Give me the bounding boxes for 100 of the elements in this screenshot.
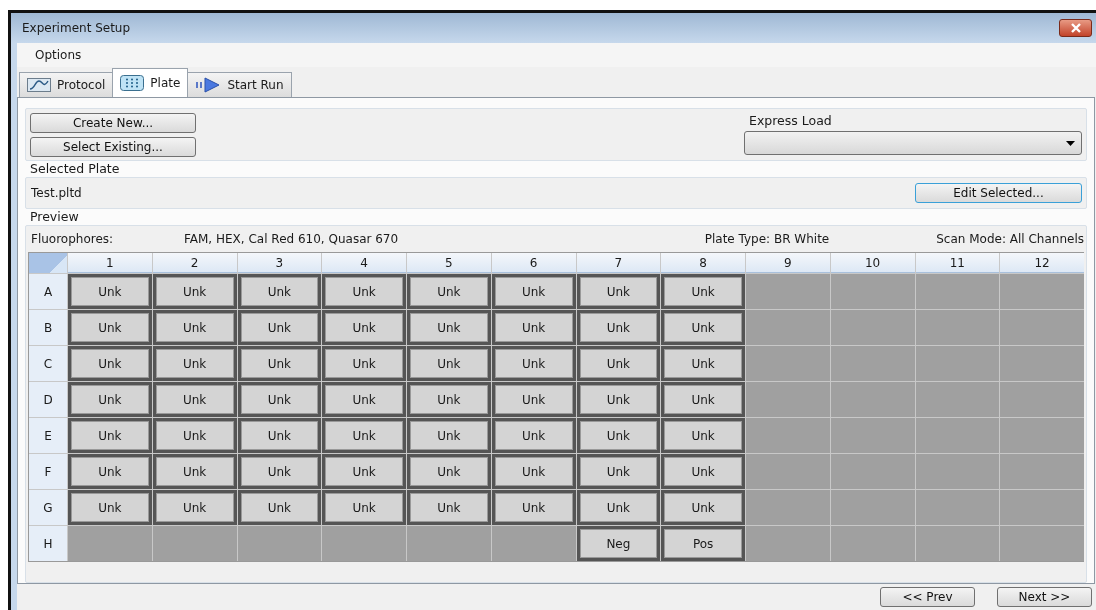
sample-well[interactable]: Unk: [576, 382, 661, 417]
create-new-button[interactable]: Create New...: [30, 113, 196, 133]
column-header: 1: [68, 253, 152, 273]
sample-well[interactable]: Unk: [237, 418, 322, 453]
fluorophores-list: FAM, HEX, Cal Red 610, Quasar 670: [184, 232, 399, 246]
sample-well[interactable]: Unk: [322, 454, 406, 489]
sample-well[interactable]: Unk: [661, 274, 745, 309]
sample-well[interactable]: Unk: [661, 454, 745, 489]
tab[interactable]: Start Run: [187, 72, 292, 97]
sample-well[interactable]: Unk: [68, 454, 152, 489]
sample-well[interactable]: Unk: [576, 274, 661, 309]
sample-well[interactable]: Unk: [237, 346, 322, 381]
sample-well[interactable]: Unk: [661, 310, 745, 345]
sample-well[interactable]: Unk: [661, 346, 745, 381]
preview-label: Preview: [29, 209, 80, 225]
sample-well[interactable]: Unk: [152, 346, 237, 381]
fluorophores-label: Fluorophores:: [31, 232, 115, 246]
sample-well[interactable]: Unk: [407, 346, 491, 381]
row-header: B: [29, 310, 67, 345]
sample-well[interactable]: Unk: [68, 382, 152, 417]
sample-well[interactable]: Unk: [661, 382, 745, 417]
sample-well[interactable]: Unk: [407, 490, 491, 525]
sample-well[interactable]: Unk: [491, 346, 576, 381]
sample-well[interactable]: Unk: [576, 490, 661, 525]
row-header: C: [29, 346, 67, 381]
column-header: 12: [1000, 253, 1084, 273]
sample-well[interactable]: Unk: [576, 310, 661, 345]
sample-well[interactable]: Unk: [407, 274, 491, 309]
sample-well[interactable]: Unk: [576, 346, 661, 381]
sample-well[interactable]: Unk: [237, 274, 322, 309]
column-header: 3: [237, 253, 322, 273]
window-title: Experiment Setup: [22, 21, 131, 35]
row-header: A: [29, 274, 67, 309]
express-load-dropdown[interactable]: [744, 131, 1082, 155]
sample-well[interactable]: Unk: [491, 418, 576, 453]
plate-file-name: Test.pltd: [31, 186, 82, 200]
sample-well[interactable]: Unk: [68, 274, 152, 309]
sample-well[interactable]: Unk: [322, 382, 406, 417]
sample-well[interactable]: Unk: [407, 454, 491, 489]
sample-well[interactable]: Unk: [68, 490, 152, 525]
sample-well[interactable]: Unk: [322, 418, 406, 453]
express-load-label: Express Load: [748, 113, 833, 128]
row-header: H: [29, 526, 67, 561]
sample-well[interactable]: Unk: [661, 490, 745, 525]
menu-item[interactable]: Options: [27, 46, 90, 64]
row-header: D: [29, 382, 67, 417]
sample-well[interactable]: Unk: [576, 454, 661, 489]
row-header: F: [29, 454, 67, 489]
edit-selected-button[interactable]: Edit Selected...: [915, 183, 1082, 203]
column-header: 11: [915, 253, 1000, 273]
next-button[interactable]: Next >>: [997, 587, 1092, 607]
column-header: 5: [407, 253, 491, 273]
sample-well[interactable]: Unk: [322, 490, 406, 525]
sample-well[interactable]: Unk: [152, 490, 237, 525]
sample-well[interactable]: Pos: [661, 526, 745, 561]
sample-well[interactable]: Unk: [491, 382, 576, 417]
sample-well[interactable]: Neg: [576, 526, 661, 561]
sample-well[interactable]: Unk: [322, 310, 406, 345]
sample-well[interactable]: Unk: [322, 346, 406, 381]
close-button[interactable]: [1059, 19, 1092, 37]
sample-well[interactable]: Unk: [322, 274, 406, 309]
sample-well[interactable]: Unk: [491, 274, 576, 309]
tab[interactable]: Plate: [112, 68, 189, 97]
sample-well[interactable]: Unk: [237, 310, 322, 345]
plate-grid-icon: [120, 75, 145, 91]
sample-well[interactable]: Unk: [491, 490, 576, 525]
select-existing-button[interactable]: Select Existing...: [30, 137, 196, 157]
sample-well[interactable]: Unk: [237, 490, 322, 525]
sample-well[interactable]: Unk: [68, 418, 152, 453]
sample-well[interactable]: Unk: [152, 454, 237, 489]
play-arrow-icon: [195, 77, 222, 93]
sample-well[interactable]: Unk: [491, 454, 576, 489]
sample-well[interactable]: Unk: [152, 274, 237, 309]
sample-well[interactable]: Unk: [576, 418, 661, 453]
prev-button[interactable]: << Prev: [880, 587, 975, 607]
column-header: 6: [491, 253, 576, 273]
selected-plate-label: Selected Plate: [29, 161, 121, 177]
sample-well[interactable]: Unk: [152, 382, 237, 417]
scan-mode-text: Scan Mode: All Channels: [936, 232, 1084, 246]
sample-well[interactable]: Unk: [661, 418, 745, 453]
curve-icon: [27, 78, 51, 92]
row-header: E: [29, 418, 67, 453]
plate-type-text: Plate Type: BR White: [704, 232, 830, 246]
corner-header-cell: [29, 253, 67, 273]
sample-well[interactable]: Unk: [152, 418, 237, 453]
column-header: 7: [576, 253, 661, 273]
dropdown-caret-icon: [1066, 140, 1075, 146]
sample-well[interactable]: Unk: [68, 310, 152, 345]
sample-well[interactable]: Unk: [237, 454, 322, 489]
sample-well[interactable]: Unk: [407, 310, 491, 345]
sample-well[interactable]: Unk: [152, 310, 237, 345]
sample-well[interactable]: Unk: [491, 310, 576, 345]
sample-well[interactable]: Unk: [68, 346, 152, 381]
sample-well[interactable]: Unk: [407, 418, 491, 453]
column-header: 8: [661, 253, 745, 273]
close-icon: [1069, 23, 1082, 33]
column-header: 2: [152, 253, 237, 273]
tab[interactable]: Protocol: [19, 72, 114, 97]
sample-well[interactable]: Unk: [237, 382, 322, 417]
sample-well[interactable]: Unk: [407, 382, 491, 417]
